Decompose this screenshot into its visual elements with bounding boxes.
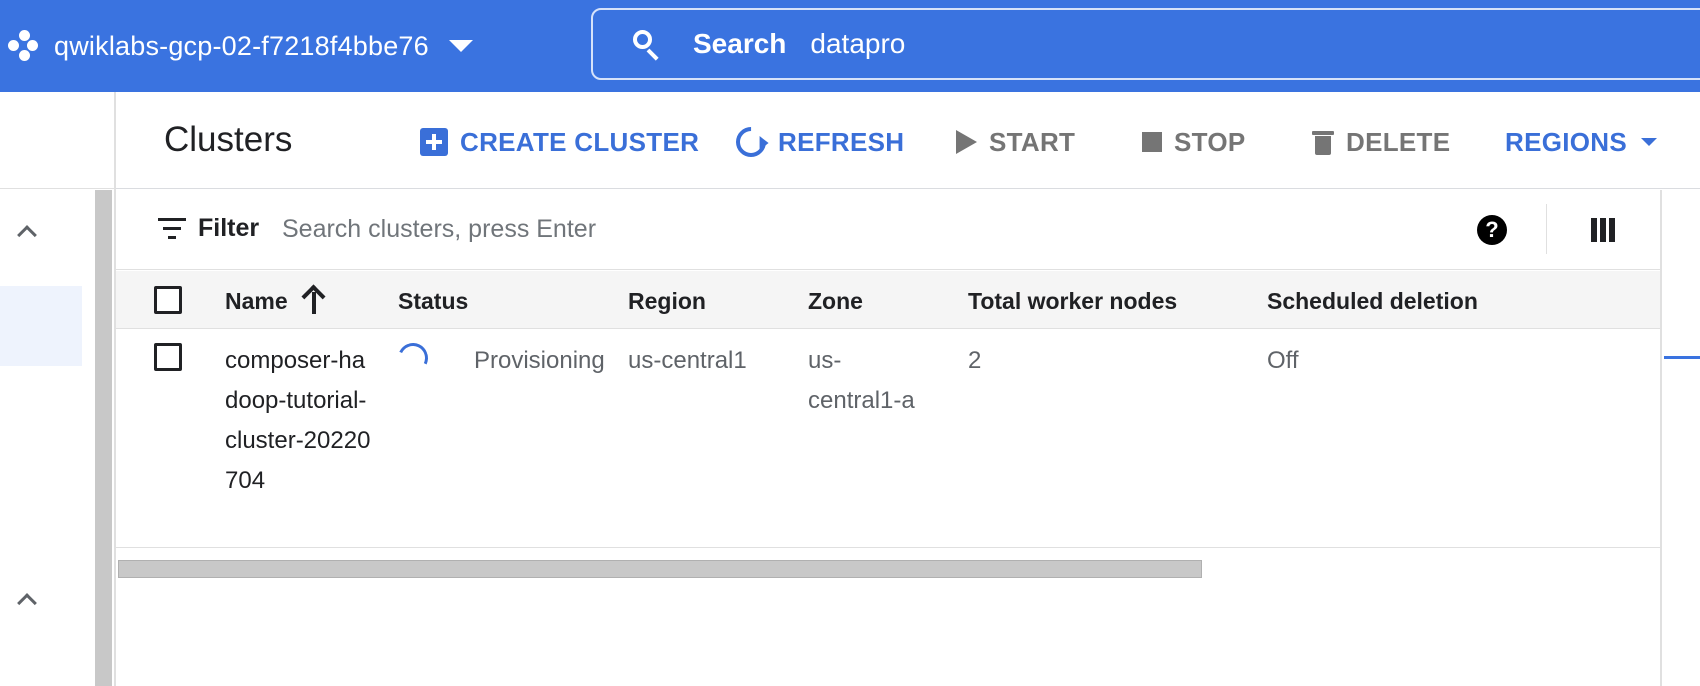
cluster-zone: us-central1-a [808,347,915,414]
nav-scrollbar[interactable] [95,190,112,686]
create-cluster-button[interactable]: CREATE CLUSTER [420,125,699,159]
action-bar: Clusters CREATE CLUSTER REFRESH START ST… [116,92,1700,189]
filter-icon [158,217,186,240]
filter-label: Filter [198,214,260,242]
chevron-down-icon [448,40,473,52]
side-panel-accent [1664,356,1700,359]
search-input[interactable]: datapro [810,28,905,60]
page-title: Clusters [164,120,293,159]
play-icon [956,130,977,154]
refresh-icon [729,120,773,164]
start-button[interactable]: START [956,125,1075,159]
left-nav-panel [0,92,115,686]
add-box-icon [420,128,448,156]
column-header-workers[interactable]: Total worker nodes [968,288,1177,315]
search-label: Search [693,28,787,59]
help-icon[interactable]: ? [1477,215,1507,245]
stop-button[interactable]: STOP [1142,125,1246,159]
cluster-status: Provisioning [474,347,605,374]
right-panel-divider [1660,190,1662,686]
chevron-up-icon[interactable] [14,219,38,243]
project-hexagon-icon [8,28,40,64]
project-picker[interactable]: qwiklabs-gcp-02-f7218f4bbe76 [8,24,473,68]
stop-icon [1142,132,1162,152]
column-header-zone[interactable]: Zone [808,288,863,315]
project-name: qwiklabs-gcp-02-f7218f4bbe76 [54,30,429,61]
filter-search-input[interactable] [282,210,1382,248]
table-header: Name Status Region Zone Total worker nod… [116,271,1661,329]
toolbar-separator [1546,204,1547,254]
delete-label: DELETE [1346,126,1451,157]
row-checkbox[interactable] [154,343,182,371]
create-cluster-label: CREATE CLUSTER [460,126,700,157]
nav-header-spacer [0,92,115,189]
column-header-status[interactable]: Status [398,288,468,315]
trash-icon [1312,129,1334,155]
cluster-scheduled-deletion: Off [1267,347,1299,374]
column-header-region[interactable]: Region [628,288,706,315]
filter-row: Filter ? [116,190,1661,270]
regions-label: REGIONS [1505,126,1628,157]
arrow-up-icon[interactable] [302,286,326,314]
cluster-workers: 2 [968,347,982,374]
clusters-table: Name Status Region Zone Total worker nod… [116,271,1661,548]
column-header-name[interactable]: Name [225,288,288,315]
select-all-checkbox[interactable] [154,286,182,314]
caret-down-icon [1641,138,1658,146]
table-row[interactable]: composer-hadoop-tutorial-cluster-2022070… [116,329,1661,548]
cluster-name-link[interactable]: composer-hadoop-tutorial-cluster-2022070… [225,341,375,501]
column-display-icon[interactable] [1591,218,1617,242]
scrollbar-thumb[interactable] [118,560,1202,578]
table-horizontal-scrollbar[interactable] [116,555,1661,579]
cluster-region: us-central1 [628,347,747,374]
delete-button[interactable]: DELETE [1312,125,1450,159]
search-icon [631,28,663,61]
column-header-deletion[interactable]: Scheduled deletion [1267,288,1478,315]
refresh-label: REFRESH [778,126,905,157]
spinner-icon [393,338,433,378]
regions-dropdown[interactable]: REGIONS [1505,125,1658,159]
start-label: START [989,126,1076,157]
nav-selected-item[interactable] [0,286,82,366]
search-bar[interactable]: Search datapro [591,8,1700,80]
chevron-up-icon[interactable] [14,587,38,611]
top-bar: qwiklabs-gcp-02-f7218f4bbe76 Search data… [0,0,1700,92]
filter-button[interactable]: Filter [158,214,259,243]
stop-label: STOP [1174,126,1246,157]
refresh-button[interactable]: REFRESH [729,120,905,164]
